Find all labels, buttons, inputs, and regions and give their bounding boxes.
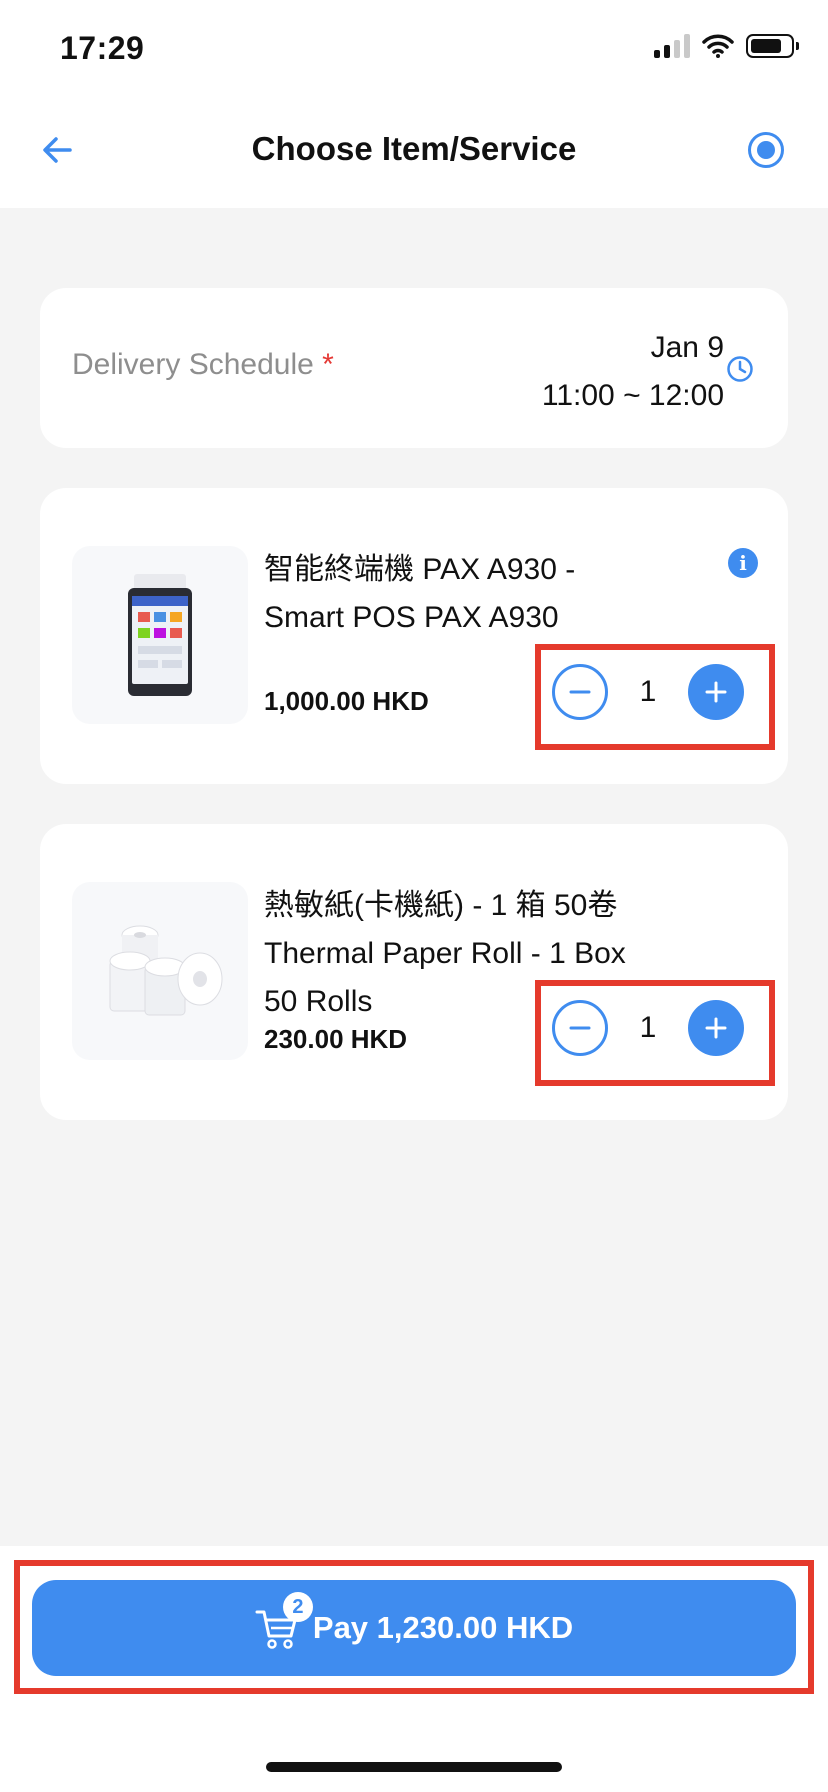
plus-icon [705, 681, 727, 703]
delivery-schedule-value[interactable]: Jan 9 11:00 ~ 12:00 [542, 324, 724, 420]
quantity-stepper: 1 [536, 648, 760, 736]
plus-icon [705, 1017, 727, 1039]
cart-icon: 2 [255, 1592, 313, 1650]
product-card-pos: 智能終端機 PAX A930 - Smart POS PAX A930 i 1,… [40, 488, 788, 784]
product-name-zh: 熱敏紙(卡機紙) - 1 箱 50卷 [264, 889, 618, 922]
minus-icon [569, 1026, 591, 1030]
decrease-quantity-button[interactable] [552, 1000, 608, 1056]
increase-quantity-button[interactable] [688, 664, 744, 720]
info-icon[interactable]: i [728, 548, 758, 578]
product-card-thermal-paper: 熱敏紙(卡機紙) - 1 箱 50卷 Thermal Paper Roll - … [40, 824, 788, 1120]
quantity-stepper: 1 [536, 984, 760, 1072]
product-name: 智能終端機 PAX A930 - Smart POS PAX A930 [264, 546, 664, 642]
increase-quantity-button[interactable] [688, 1000, 744, 1056]
clock-icon[interactable] [726, 355, 754, 383]
home-indicator [266, 1762, 562, 1772]
pay-button-label: Pay 1,230.00 HKD [312, 1610, 574, 1645]
nav-bar: Choose Item/Service [0, 100, 828, 208]
delivery-schedule-card[interactable]: Delivery Schedule * Jan 9 11:00 ~ 12:00 [40, 288, 788, 448]
product-name-zh: 智能終端機 PAX A930 - [264, 553, 576, 586]
delivery-time-range: 11:00 ~ 12:00 [541, 379, 724, 412]
status-icons [654, 34, 799, 58]
product-name-en: Thermal Paper Roll - 1 Box [264, 937, 626, 970]
battery-icon [746, 34, 799, 58]
cellular-signal-icon [654, 34, 690, 58]
quantity-value: 1 [639, 1011, 657, 1044]
pay-button[interactable]: 2 Pay 1,230.00 HKD [32, 1580, 796, 1676]
wifi-icon [702, 34, 734, 58]
required-mark: * [322, 348, 334, 381]
product-image-paper-rolls [72, 882, 248, 1060]
record-icon[interactable] [748, 132, 784, 168]
product-price: 1,000.00 HKD [264, 686, 429, 716]
product-name-en: Smart POS PAX A930 [264, 601, 559, 634]
delivery-date: Jan 9 [650, 331, 724, 364]
page-title: Choose Item/Service [251, 130, 577, 167]
product-image-pos-terminal [72, 546, 248, 724]
quantity-value: 1 [639, 675, 657, 708]
product-price: 230.00 HKD [264, 1024, 408, 1054]
delivery-schedule-label: Delivery Schedule * [72, 348, 334, 382]
status-time: 17:29 [60, 30, 145, 66]
status-bar: 17:29 [0, 0, 828, 100]
minus-icon [569, 690, 591, 694]
delivery-schedule-text: Delivery Schedule [72, 348, 314, 381]
decrease-quantity-button[interactable] [552, 664, 608, 720]
cart-count-badge: 2 [282, 1592, 313, 1622]
